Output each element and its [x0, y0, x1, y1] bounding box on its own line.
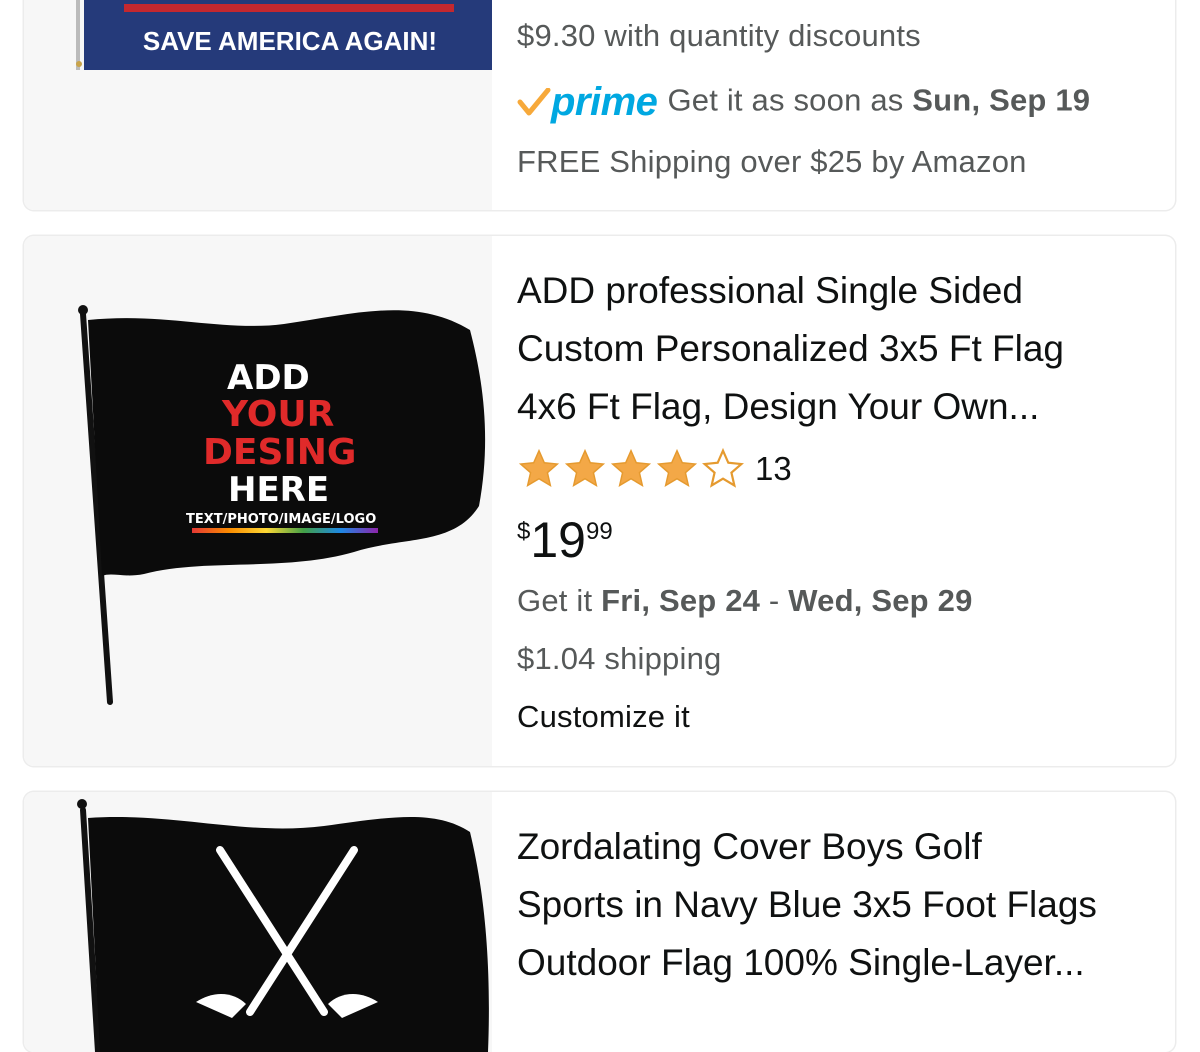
prime-delivery-prefix: Get it as soon as — [667, 82, 904, 118]
product-title[interactable]: ADD professional Single Sided Custom Per… — [517, 262, 1157, 436]
product-card[interactable]: SAVE AMERICA AGAIN! $9.30 with quantity … — [24, 0, 1175, 210]
title-line: Zordalating Cover Boys Golf — [517, 826, 982, 867]
product-image[interactable] — [24, 792, 492, 1052]
star-empty-icon — [702, 447, 744, 488]
price-fraction: 99 — [585, 518, 613, 545]
shipping-info: FREE Shipping over $25 by Amazon — [517, 144, 1027, 179]
star-full-icon — [610, 448, 652, 488]
delivery-estimate: Get it Fri, Sep 24 - Wed, Sep 29 — [517, 583, 973, 619]
flag-image — [77, 799, 489, 1052]
product-image[interactable]: SAVE AMERICA AGAIN! — [24, 0, 492, 210]
flag-line-subtext: TEXT/PHOTO/IMAGE/LOGO — [186, 512, 377, 527]
flag-line-here: HERE — [228, 470, 330, 510]
star-full-icon — [656, 448, 698, 488]
product-card[interactable]: Zordalating Cover Boys Golf Sports in Na… — [24, 792, 1175, 1052]
flag-line-desing: DESING — [203, 432, 357, 473]
delivery-prefix: Get it — [517, 583, 593, 618]
product-title[interactable]: Zordalating Cover Boys Golf Sports in Na… — [517, 818, 1157, 992]
price-whole: 19 — [530, 512, 586, 568]
rating-count[interactable]: 13 — [755, 450, 792, 488]
title-line: 4x6 Ft Flag, Design Your Own... — [517, 386, 1040, 427]
star-rating[interactable]: 13 — [517, 447, 792, 491]
prime-delivery: prime Get it as soon as Sun, Sep 19 — [517, 80, 1090, 125]
prime-logo: prime — [517, 80, 658, 125]
customize-link[interactable]: Customize it — [517, 699, 690, 735]
product-price: $ 19 99 — [517, 512, 613, 568]
title-line: ADD professional Single Sided — [517, 270, 1023, 311]
prime-delivery-date: Sun, Sep 19 — [912, 82, 1091, 118]
product-image[interactable]: ADD YOUR DESING HERE TEXT/PHOTO/IMAGE/LO… — [24, 236, 492, 766]
title-line: Custom Personalized 3x5 Ft Flag — [517, 328, 1065, 369]
prime-check-icon — [517, 87, 551, 115]
product-card[interactable]: ADD YOUR DESING HERE TEXT/PHOTO/IMAGE/LO… — [24, 236, 1175, 766]
delivery-end: Wed, Sep 29 — [788, 583, 973, 618]
quantity-discount: $9.30 with quantity discounts — [517, 18, 921, 53]
flag-line-add: ADD — [227, 358, 310, 398]
delivery-separator: - — [760, 583, 789, 618]
title-line: Sports in Navy Blue 3x5 Foot Flags — [517, 884, 1097, 925]
delivery-start: Fri, Sep 24 — [601, 583, 761, 618]
flag-banner-text: SAVE AMERICA AGAIN! — [142, 26, 438, 56]
flag-line-your: YOUR — [222, 394, 335, 435]
star-full-icon — [564, 448, 606, 488]
star-full-icon — [518, 448, 560, 488]
shipping-info: $1.04 shipping — [517, 641, 722, 676]
title-line: Outdoor Flag 100% Single-Layer... — [517, 942, 1085, 983]
price-currency: $ — [517, 518, 531, 545]
